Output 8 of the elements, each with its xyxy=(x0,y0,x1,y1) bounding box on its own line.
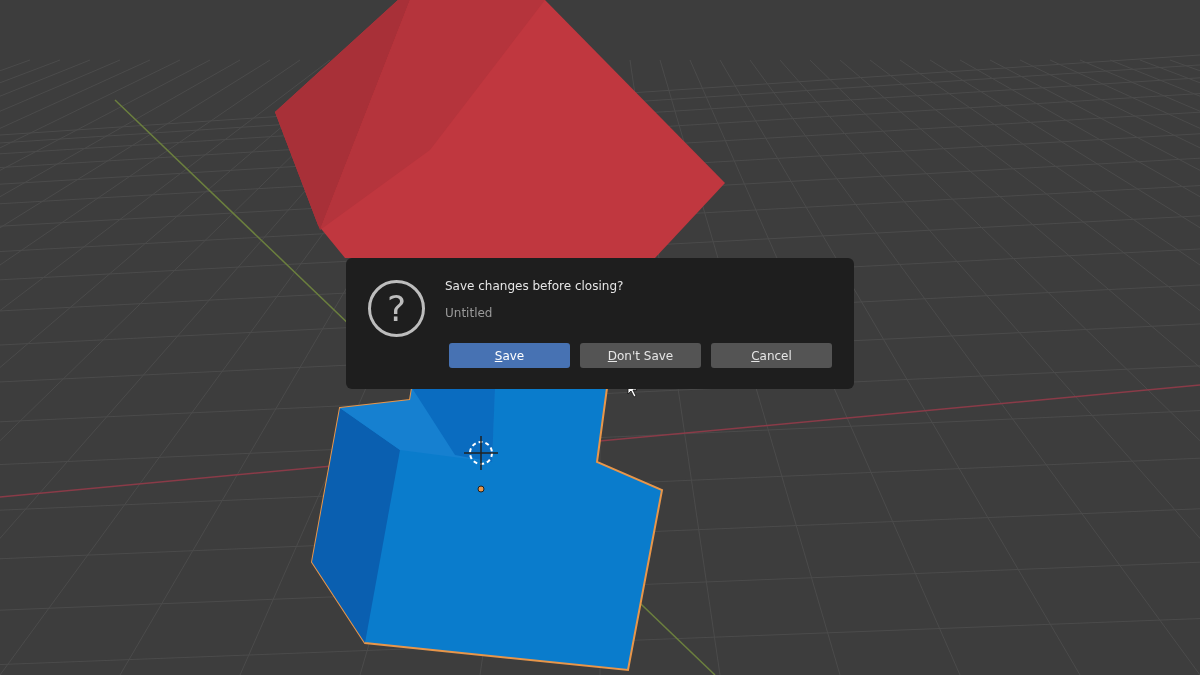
3d-cursor-icon xyxy=(463,435,499,471)
question-icon: ? xyxy=(368,280,425,337)
origin-point xyxy=(477,485,485,493)
dialog-title: Save changes before closing? xyxy=(445,278,624,295)
dialog-button[interactable]: Save xyxy=(449,343,570,368)
dialog-button[interactable]: Don't Save xyxy=(580,343,701,368)
dialog-subtitle: Untitled xyxy=(445,305,494,322)
dialog-button[interactable]: Cancel xyxy=(711,343,832,368)
